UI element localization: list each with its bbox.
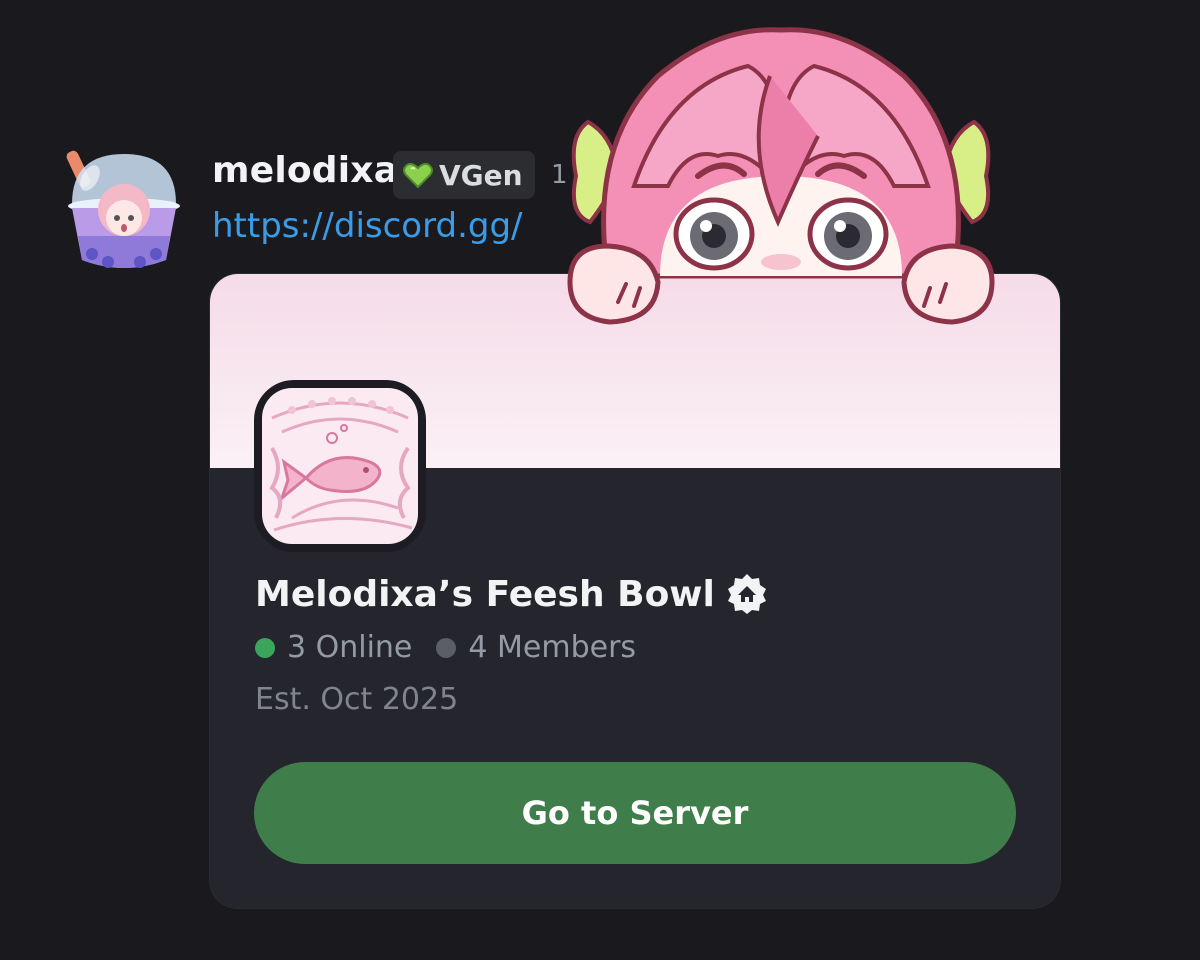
server-name: Melodixa’s Feesh Bowl bbox=[255, 573, 715, 615]
green-heart-icon bbox=[403, 162, 433, 189]
server-tag-label: VGen bbox=[439, 158, 523, 192]
members-status-dot bbox=[436, 637, 457, 658]
server-icon[interactable] bbox=[254, 380, 426, 552]
server-invite-card: Melodixa’s Feesh Bowl 3 Online 4 Members… bbox=[210, 274, 1060, 908]
user-avatar[interactable] bbox=[58, 146, 190, 278]
fish-bowl-icon bbox=[262, 388, 418, 544]
server-stats: 3 Online 4 Members bbox=[255, 630, 636, 665]
community-home-badge-icon bbox=[727, 574, 766, 614]
online-count: 3 Online bbox=[287, 630, 413, 665]
username[interactable]: melodixa bbox=[212, 150, 398, 191]
server-name-row: Melodixa’s Feesh Bowl bbox=[255, 572, 769, 616]
mascot-sticker bbox=[567, 27, 995, 325]
go-to-server-button[interactable]: Go to Server bbox=[254, 762, 1016, 864]
invite-link[interactable]: https://discord.gg/ bbox=[212, 206, 523, 246]
established-date: Est. Oct 2025 bbox=[255, 682, 459, 717]
online-status-dot bbox=[255, 637, 275, 658]
message-area: melodixa VGen 1 https://discord.gg/ Melo… bbox=[0, 0, 1200, 960]
member-count: 4 Members bbox=[468, 630, 637, 665]
server-tag[interactable]: VGen bbox=[393, 151, 535, 199]
